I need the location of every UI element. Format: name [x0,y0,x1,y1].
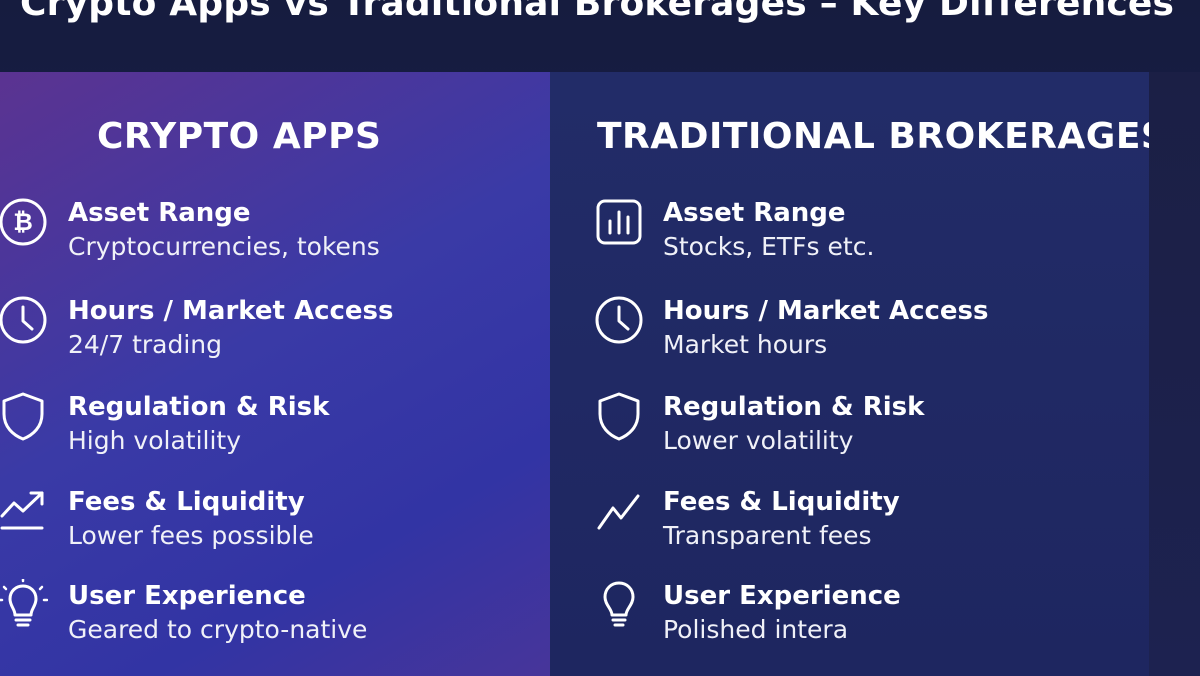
row-label: Asset Range [663,198,846,228]
brokerage-row-hours: Hours / Market Access Market hours [550,294,1110,374]
crypto-row-user-experience: User Experience Geared to crypto-native [0,579,550,659]
crypto-row-asset-range: ₿ Asset Range Cryptocurrencies, tokens [0,196,550,276]
svg-text:₿: ₿ [13,208,33,236]
trend-line-icon [594,485,644,537]
traditional-brokerages-panel: TRADITIONAL BROKERAGES Asset Range Stock… [550,72,1149,676]
row-value: 24/7 trading [68,330,223,359]
row-value: Market hours [663,330,828,359]
row-value: Geared to crypto-native [68,615,368,644]
clock-icon [594,294,644,346]
row-label: Fees & Liquidity [663,487,900,517]
brokerage-row-user-experience: User Experience Polished intera [550,579,1110,659]
brokerage-row-fees: Fees & Liquidity Transparent fees [550,485,1110,565]
row-label: Hours / Market Access [663,296,989,326]
bitcoin-icon: ₿ [0,196,48,248]
bar-chart-icon [594,196,644,248]
row-value: Lower fees possible [68,521,314,550]
traditional-brokerages-heading: TRADITIONAL BROKERAGES [597,116,1149,157]
row-value: Transparent fees [663,521,872,550]
crypto-apps-panel: CRYPTO APPS ₿ Asset Range Cryptocurrenci… [0,72,550,676]
lightbulb-icon [0,579,48,631]
row-label: User Experience [663,581,901,611]
row-label: Asset Range [68,198,251,228]
page-title: Crypto Apps vs Traditional Brokerages – … [20,0,1175,24]
row-value: Lower volatility [663,426,854,455]
row-label: Hours / Market Access [68,296,394,326]
lightbulb-icon [594,579,644,631]
trend-up-icon [0,485,48,537]
shield-icon [594,390,644,442]
crypto-row-fees: Fees & Liquidity Lower fees possible [0,485,550,565]
row-value: Polished intera [663,615,849,644]
row-value: Cryptocurrencies, tokens [68,232,380,261]
row-label: User Experience [68,581,306,611]
right-edge-background [1149,72,1200,676]
row-label: Fees & Liquidity [68,487,305,517]
brokerage-row-asset-range: Asset Range Stocks, ETFs etc. [550,196,1110,276]
row-value: High volatility [68,426,241,455]
crypto-apps-heading: CRYPTO APPS [97,116,382,157]
shield-icon [0,390,48,442]
clock-icon [0,294,48,346]
brokerage-row-regulation: Regulation & Risk Lower volatility [550,390,1110,470]
row-label: Regulation & Risk [663,392,925,422]
crypto-row-regulation: Regulation & Risk High volatility [0,390,550,470]
crypto-row-hours: Hours / Market Access 24/7 trading [0,294,550,374]
row-value: Stocks, ETFs etc. [663,232,875,261]
row-label: Regulation & Risk [68,392,330,422]
